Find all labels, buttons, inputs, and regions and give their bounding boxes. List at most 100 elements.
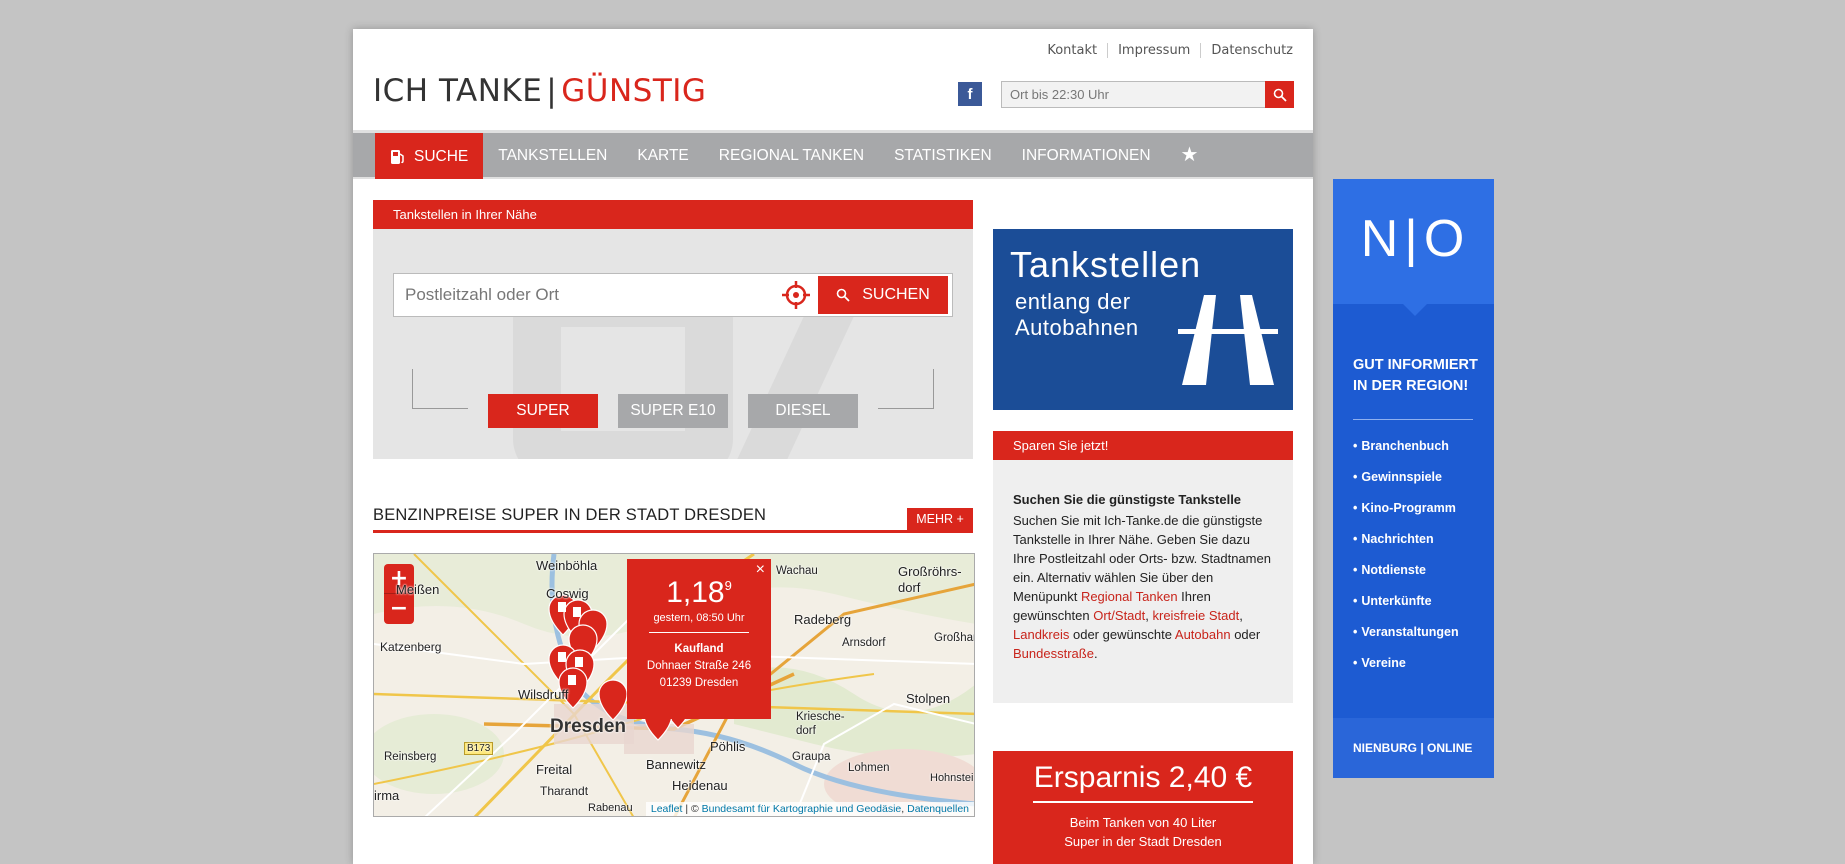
- map-town-label: Radeberg: [794, 612, 852, 627]
- map-town-label: Freital: [536, 762, 573, 777]
- header-search-input[interactable]: Ort bis 22:30 Uhr: [1001, 81, 1269, 108]
- map-town-label: Lohmen: [848, 762, 890, 774]
- popup-price-main: 1,18: [666, 576, 725, 609]
- banner-item[interactable]: Branchenbuch: [1353, 439, 1459, 470]
- map-town-label: Tharandt: [540, 784, 589, 798]
- main-nav: SUCHE TANKSTELLEN KARTE REGIONAL TANKEN …: [353, 130, 1313, 179]
- logo-separator: |: [546, 73, 558, 109]
- sparen-heading: Suchen Sie die günstigste Tankstelle: [1013, 492, 1242, 507]
- map-town-label: Dresden: [550, 716, 627, 737]
- savings-line2: Super in der Stadt Dresden: [1064, 834, 1222, 849]
- data-sources-link[interactable]: Datenquellen: [907, 803, 969, 815]
- popup-station: Kaufland Dohnaer Straße 246 01239 Dresde…: [627, 641, 771, 692]
- link-regional-tanken[interactable]: Regional Tanken: [1081, 589, 1178, 604]
- bkg-link[interactable]: Bundesamt für Kartographie und Geodäsie: [702, 803, 902, 815]
- logo-part2: GÜNSTIG: [561, 73, 707, 109]
- map-town-label: Großröhrs-dorf: [898, 564, 962, 595]
- banner-claim-2: IN DER REGION!: [1353, 378, 1469, 394]
- map-attribution: Leaflet | © Bundesamt für Kartographie u…: [645, 802, 974, 816]
- top-links: Kontakt Impressum Datenschutz: [1037, 43, 1293, 58]
- popup-price: 1,189: [627, 576, 771, 610]
- savings-description: Beim Tanken von 40 Liter Super in der Sta…: [993, 813, 1293, 851]
- autobahn-ad-line23: entlang der Autobahnen: [1015, 289, 1139, 341]
- banner-footer: NIENBURG | ONLINE: [1333, 718, 1494, 778]
- banner-logo-n: N: [1360, 210, 1401, 268]
- nav-suche[interactable]: SUCHE: [375, 133, 484, 179]
- banner-item[interactable]: Gewinnspiele: [1353, 470, 1459, 501]
- link-bundesstrasse[interactable]: Bundesstraße: [1013, 646, 1094, 661]
- favorites-star-icon[interactable]: ★: [1166, 133, 1214, 179]
- banner-divider: [1353, 419, 1473, 420]
- sparen-text: Suchen Sie mit Ich-Tanke.de die günstigs…: [1013, 511, 1273, 663]
- nav-tankstellen[interactable]: TANKSTELLEN: [483, 133, 622, 179]
- map-road-label: B173: [464, 742, 494, 755]
- banner-item[interactable]: Vereine: [1353, 656, 1459, 687]
- autobahn-ad-line3: Autobahnen: [1015, 315, 1139, 340]
- nav-statistiken[interactable]: STATISTIKEN: [879, 133, 1007, 179]
- nav-karte[interactable]: KARTE: [622, 133, 703, 179]
- banner-item[interactable]: Kino-Programm: [1353, 501, 1459, 532]
- nearby-search-button[interactable]: SUCHEN: [818, 276, 948, 314]
- fuel-diesel-button[interactable]: DIESEL: [748, 394, 858, 428]
- banner-pointer: [1403, 304, 1427, 316]
- crosshair-icon[interactable]: [781, 280, 811, 310]
- popup-timestamp: gestern, 08:50 Uhr: [653, 612, 745, 624]
- map-town-label: Arnsdorf: [842, 637, 886, 649]
- link-landkreis[interactable]: Landkreis: [1013, 627, 1069, 642]
- popup-close-button[interactable]: ×: [756, 561, 765, 579]
- banner-item[interactable]: Veranstaltungen: [1353, 625, 1458, 656]
- background-pump-graphic-arm: [718, 309, 858, 459]
- popup-street: Dohnaer Straße 246: [646, 660, 752, 672]
- facebook-icon[interactable]: f: [958, 82, 982, 106]
- link-autobahn[interactable]: Autobahn: [1175, 627, 1231, 642]
- banner-list: Branchenbuch Gewinnspiele Kino-Programm …: [1353, 439, 1459, 687]
- header-search-button[interactable]: [1265, 81, 1294, 108]
- map-town-label: Weinböhla: [536, 558, 598, 573]
- link-impressum[interactable]: Impressum: [1107, 43, 1200, 58]
- link-datenschutz[interactable]: Datenschutz: [1200, 43, 1293, 58]
- nienburg-online-banner[interactable]: N|O GUT INFORMIERT IN DER REGION! Branche…: [1333, 179, 1494, 778]
- fuel-super-e10-button[interactable]: SUPER E10: [618, 394, 728, 428]
- link-kreisfreie-stadt[interactable]: kreisfreie Stadt: [1153, 608, 1240, 623]
- map-town-label: Wilsdruff: [518, 687, 569, 702]
- site-logo[interactable]: ICH TANKE | GÜNSTIG: [373, 73, 706, 109]
- banner-logo-sep: |: [1404, 210, 1420, 268]
- zoom-out-button[interactable]: −: [384, 594, 414, 624]
- map-town-label: Wachau: [776, 565, 818, 577]
- attribution-sep: | ©: [682, 803, 702, 815]
- fuel-pump-icon: [391, 149, 404, 164]
- fuel-bracket-right: [878, 369, 934, 409]
- page: Kontakt Impressum Datenschutz ICH TANKE |…: [353, 29, 1313, 864]
- map-price-popup: × 1,189 gestern, 08:50 Uhr Kaufland Dohn…: [627, 559, 771, 719]
- autobahn-ad[interactable]: Tankstellen entlang der Autobahnen: [993, 229, 1293, 410]
- nearby-search-box: Postleitzahl oder Ort SUCHEN SUPER SUPER…: [373, 229, 973, 459]
- more-button[interactable]: MEHR +: [907, 508, 973, 530]
- link-kontakt[interactable]: Kontakt: [1037, 43, 1107, 58]
- link-ort-stadt[interactable]: Ort/Stadt: [1093, 608, 1145, 623]
- popup-price-decimal: 9: [724, 578, 732, 593]
- map-town-label: Hohnstei: [930, 772, 974, 784]
- nav-regional-tanken[interactable]: REGIONAL TANKEN: [704, 133, 879, 179]
- prices-section-title: BENZINPREISE SUPER IN DER STADT DRESDEN: [373, 506, 973, 533]
- popup-city: 01239 Dresden: [659, 677, 739, 689]
- banner-item[interactable]: Nachrichten: [1353, 532, 1459, 563]
- map-town-label: Reinsberg: [384, 751, 437, 763]
- price-map[interactable]: + − Weinböhla Coswig Meißen Katzenberg W…: [373, 553, 975, 817]
- banner-item[interactable]: Notdienste: [1353, 563, 1459, 594]
- banner-claim: GUT INFORMIERT IN DER REGION!: [1353, 355, 1478, 397]
- banner-item[interactable]: Unterkünfte: [1353, 594, 1459, 625]
- map-town-label: Coswig: [546, 586, 589, 601]
- popup-station-name: Kaufland: [674, 643, 724, 655]
- fuel-super-button[interactable]: SUPER: [488, 394, 598, 428]
- nearby-title: Tankstellen in Ihrer Nähe: [373, 200, 973, 229]
- logo-part1: ICH TANKE: [373, 73, 543, 109]
- map-town-label: Kriesche-dorf: [796, 711, 845, 737]
- map-town-label: Pöhlis: [710, 739, 746, 754]
- leaflet-link[interactable]: Leaflet: [651, 803, 683, 815]
- banner-claim-1: GUT INFORMIERT: [1353, 357, 1478, 373]
- sparen-text-6: oder: [1230, 627, 1261, 642]
- search-icon: [1273, 88, 1287, 102]
- search-icon: [836, 288, 850, 302]
- map-town-label: Heidenau: [672, 778, 728, 793]
- nav-informationen[interactable]: INFORMATIONEN: [1007, 133, 1166, 179]
